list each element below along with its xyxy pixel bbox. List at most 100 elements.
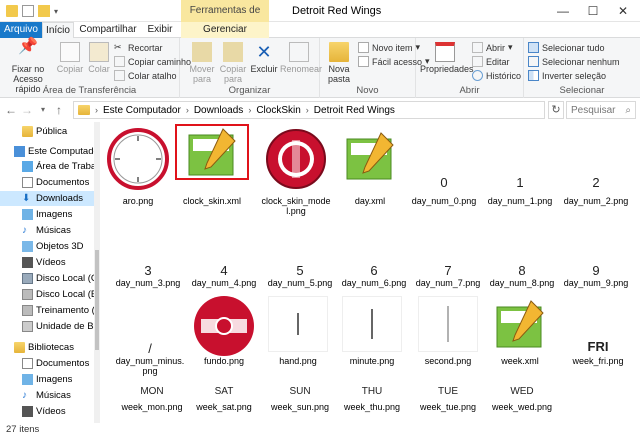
select-group-label: Selecionar (559, 85, 605, 96)
file-item[interactable]: 2 day_num_2.png (560, 126, 632, 212)
cut-button[interactable]: ✂ Recortar (114, 42, 163, 53)
copy-to-button[interactable]: Copiar para (218, 42, 248, 84)
file-item[interactable]: 0 day_num_0.png (408, 126, 480, 212)
nav-item-bd-drive[interactable]: Unidade de BD-R (22, 319, 100, 334)
refresh-icon[interactable]: ↻ (548, 101, 564, 119)
rename-button[interactable]: Renomear (280, 42, 322, 74)
tab-file[interactable]: Arquivo (0, 22, 42, 38)
nav-item-documents[interactable]: Documentos (22, 175, 89, 190)
nav-item-lib-pictures[interactable]: Imagens (22, 372, 72, 387)
nav-scrollbar-thumb[interactable] (95, 250, 99, 350)
folder-icon[interactable] (6, 5, 18, 17)
maximize-button[interactable]: ☐ (578, 0, 608, 22)
ribbon-tabs: Arquivo Início Compartilhar Exibir Geren… (0, 22, 640, 39)
up-arrow-icon[interactable]: ↑ (52, 102, 66, 118)
minimize-button[interactable]: — (548, 0, 578, 22)
open-group: Propriedades Abrir ▾ Editar Histórico Abr… (416, 38, 524, 98)
file-item[interactable]: clock_skin_model.png (260, 126, 332, 216)
edit-label: Editar (486, 56, 510, 67)
close-button[interactable]: ✕ (608, 0, 638, 22)
digit-thumbnail: 9 (592, 262, 600, 278)
nav-item-lib-documents[interactable]: Documentos (22, 356, 89, 371)
paste-button[interactable]: Colar (86, 42, 112, 74)
nav-item-label: Vídeos (36, 257, 66, 268)
nav-item-label: Bibliotecas (28, 342, 74, 353)
file-item[interactable]: day.xml (334, 126, 406, 212)
back-arrow-icon[interactable]: ← (4, 102, 18, 118)
edit-button[interactable]: Editar (472, 56, 510, 67)
rename-label: Renomear (280, 64, 323, 74)
nav-item-pictures[interactable]: Imagens (22, 207, 72, 222)
qa-dropdown-icon[interactable]: ▾ (54, 7, 58, 16)
new-item-button[interactable]: Novo item ▾ (358, 42, 420, 53)
nav-item-drive-c[interactable]: Disco Local (C:) (22, 271, 100, 286)
nav-item-this-pc[interactable]: Este Computador (14, 144, 100, 159)
file-name: day_num_3.png (115, 278, 181, 288)
nav-item-libraries[interactable]: Bibliotecas (14, 340, 74, 355)
nav-item-label: Músicas (36, 225, 71, 236)
nav-item-lib-videos[interactable]: Vídeos (22, 404, 66, 419)
context-tab-header: Ferramentas de Imagem (181, 0, 269, 38)
nav-item-desktop[interactable]: Área de Trabalho (22, 159, 100, 174)
tab-home[interactable]: Início (42, 22, 74, 39)
address-bar[interactable]: › Este Computador › Downloads › ClockSki… (73, 101, 545, 119)
folder-icon (78, 105, 90, 115)
nav-item-label: Pública (36, 126, 68, 137)
open-button[interactable]: Abrir ▾ (472, 42, 513, 53)
paste-shortcut-button[interactable]: Colar atalho (114, 70, 177, 81)
nav-item-label: Unidade de BD-R (36, 321, 100, 332)
invert-selection-button[interactable]: Inverter seleção (528, 70, 606, 81)
properties-label: Propriedades (420, 64, 474, 74)
tab-share[interactable]: Compartilhar (78, 22, 138, 38)
file-name: day_num_4.png (191, 278, 257, 288)
nav-item-label: Este Computador (28, 146, 100, 157)
select-none-button[interactable]: Selecionar nenhum (528, 56, 620, 67)
select-all-button[interactable]: Selecionar tudo (528, 42, 605, 53)
item-count: 27 itens (6, 424, 40, 435)
nav-item-label: Disco Local (C:) (36, 273, 100, 284)
file-item[interactable]: aro.png (102, 126, 174, 212)
file-name: week_fri.png (572, 356, 624, 366)
copy-button[interactable]: Copiar (56, 42, 84, 74)
file-grid: aro.png clock_skin.xml clock_skin_model.… (102, 122, 640, 423)
breadcrumb-detroit-red-wings[interactable]: Detroit Red Wings (314, 105, 395, 116)
breadcrumb-separator: › (248, 105, 252, 115)
desktop-icon (22, 161, 33, 172)
nav-item-music[interactable]: ♪ Músicas (22, 223, 71, 238)
new-folder-icon[interactable] (38, 5, 50, 17)
breadcrumb-this-pc[interactable]: Este Computador (103, 105, 181, 116)
properties-button[interactable]: Propriedades (420, 42, 474, 74)
history-button[interactable]: Histórico (472, 70, 521, 81)
tab-manage[interactable]: Gerenciar (181, 22, 269, 38)
file-name: week_tue.png (419, 402, 477, 412)
window-title: Detroit Red Wings (292, 5, 382, 17)
file-name: day_num_8.png (489, 278, 555, 288)
forward-arrow-icon[interactable]: → (20, 102, 34, 118)
properties-icon[interactable] (22, 5, 34, 17)
breadcrumb-clockskin[interactable]: ClockSkin (256, 105, 300, 116)
file-name: hand.png (279, 356, 317, 366)
nav-item-public[interactable]: Pública (22, 124, 67, 139)
recent-chevron-icon[interactable]: ▾ (36, 102, 50, 118)
nav-item-videos[interactable]: Vídeos (22, 255, 66, 270)
weekday-thumbnail: WED (510, 385, 534, 397)
nav-item-drive-f[interactable]: Treinamento (F:) (22, 303, 100, 318)
nav-item-label: Downloads (36, 193, 83, 204)
nav-item-lib-music[interactable]: ♪ Músicas (22, 388, 71, 403)
new-folder-button[interactable]: Nova pasta (324, 42, 354, 84)
move-to-button[interactable]: Mover para (188, 42, 216, 84)
nav-item-downloads[interactable]: ⬇ Downloads (0, 191, 94, 206)
tab-view[interactable]: Exibir (142, 22, 178, 38)
file-item[interactable]: clock_skin.xml (175, 124, 249, 212)
organize-group-label: Organizar (228, 85, 271, 96)
delete-button[interactable]: ✕ Excluir (250, 42, 278, 74)
ribbon: 📌 Fixar no Acesso rápido Copiar Colar ✂ R… (0, 38, 640, 98)
file-item[interactable]: 1 day_num_1.png (484, 126, 556, 212)
file-name: week.xml (501, 356, 539, 366)
nav-item-drive-e[interactable]: Disco Local (E:) (22, 287, 100, 302)
new-folder-big-icon (329, 42, 349, 62)
breadcrumb-downloads[interactable]: Downloads (194, 105, 243, 116)
nav-item-3d-objects[interactable]: Objetos 3D (22, 239, 84, 254)
search-input[interactable]: Pesquisar ... ⌕ (566, 101, 636, 127)
clipboard-group-label: Área de Transferência (42, 85, 137, 96)
